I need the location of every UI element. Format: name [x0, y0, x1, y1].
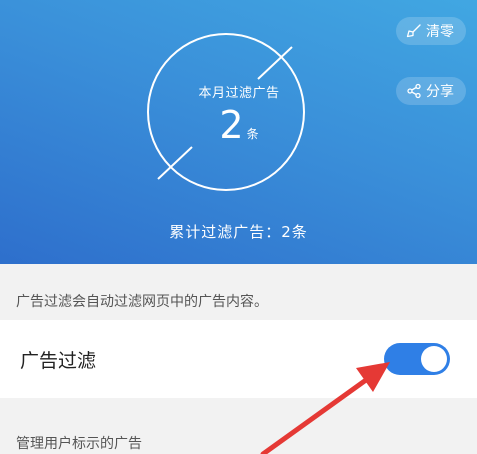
user-marked-ads-section: 管理用户标示的广告 — [0, 398, 477, 454]
broom-icon — [406, 23, 422, 39]
ad-filter-toggle[interactable] — [384, 343, 450, 375]
monthly-filtered-label: 本月过滤广告 — [198, 86, 280, 101]
user-marked-ads-title[interactable]: 管理用户标示的广告 — [16, 433, 142, 453]
ad-stats-panel: 本月过滤广告 2条 累计过滤广告：2条 清零 分享 — [0, 0, 477, 264]
ad-filter-label: 广告过滤 — [20, 350, 97, 372]
count-unit: 条 — [246, 127, 259, 141]
description-strip: 广告过滤会自动过滤网页中的广告内容。 — [0, 264, 477, 320]
monthly-count-value: 2 — [219, 103, 244, 147]
clear-button-label: 清零 — [426, 24, 454, 40]
share-icon — [406, 83, 422, 99]
clear-button[interactable]: 清零 — [396, 17, 466, 45]
toggle-knob — [421, 346, 447, 372]
total-filtered-text: 累计过滤广告：2条 — [169, 223, 308, 241]
ad-filter-row[interactable]: 广告过滤 — [0, 320, 477, 398]
share-button-label: 分享 — [426, 84, 454, 100]
share-button[interactable]: 分享 — [396, 77, 466, 105]
monthly-filtered-count: 2条 — [159, 103, 319, 147]
ad-filter-description: 广告过滤会自动过滤网页中的广告内容。 — [16, 294, 268, 310]
